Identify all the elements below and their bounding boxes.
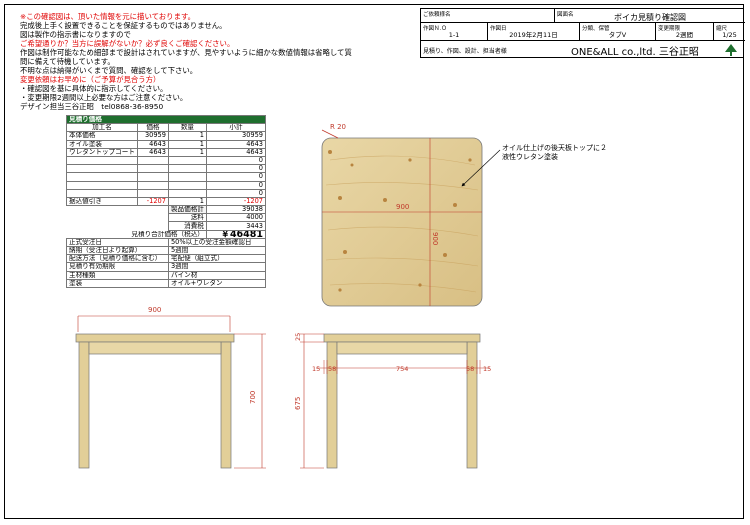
corner-radius-label: R 20 — [330, 123, 346, 131]
top-width-dim: 900 — [396, 203, 409, 211]
tabletop-top-view — [321, 137, 483, 307]
side-dim-d: 58 — [466, 365, 474, 373]
side-left-leg — [326, 341, 338, 469]
drawing-canvas: R 20 900 900 オイル仕上げの後天板トップに２ 液性ウレタン塗装 90… — [75, 123, 607, 469]
side-dim-a: 15 — [312, 365, 320, 373]
finish-note-2: 液性ウレタン塗装 — [502, 152, 558, 161]
side-leg-dim: 675 — [294, 397, 302, 410]
side-right-leg — [466, 341, 478, 469]
finish-note-1: オイル仕上げの後天板トップに２ — [502, 143, 607, 152]
top-depth-dim: 900 — [431, 232, 439, 245]
front-tabletop — [75, 333, 235, 343]
side-tabletop — [323, 333, 481, 343]
front-apron — [88, 341, 222, 355]
front-left-leg — [78, 341, 90, 469]
side-apron — [336, 341, 468, 355]
side-dim-c: 754 — [396, 365, 408, 373]
side-dim-b: 58 — [328, 365, 336, 373]
front-right-leg — [220, 341, 232, 469]
front-width-dim: 900 — [148, 306, 161, 314]
front-height-dim: 700 — [249, 391, 257, 404]
side-dim-e: 15 — [483, 365, 491, 373]
side-top-thickness-dim: 25 — [294, 333, 302, 341]
radius-leader — [321, 129, 339, 139]
